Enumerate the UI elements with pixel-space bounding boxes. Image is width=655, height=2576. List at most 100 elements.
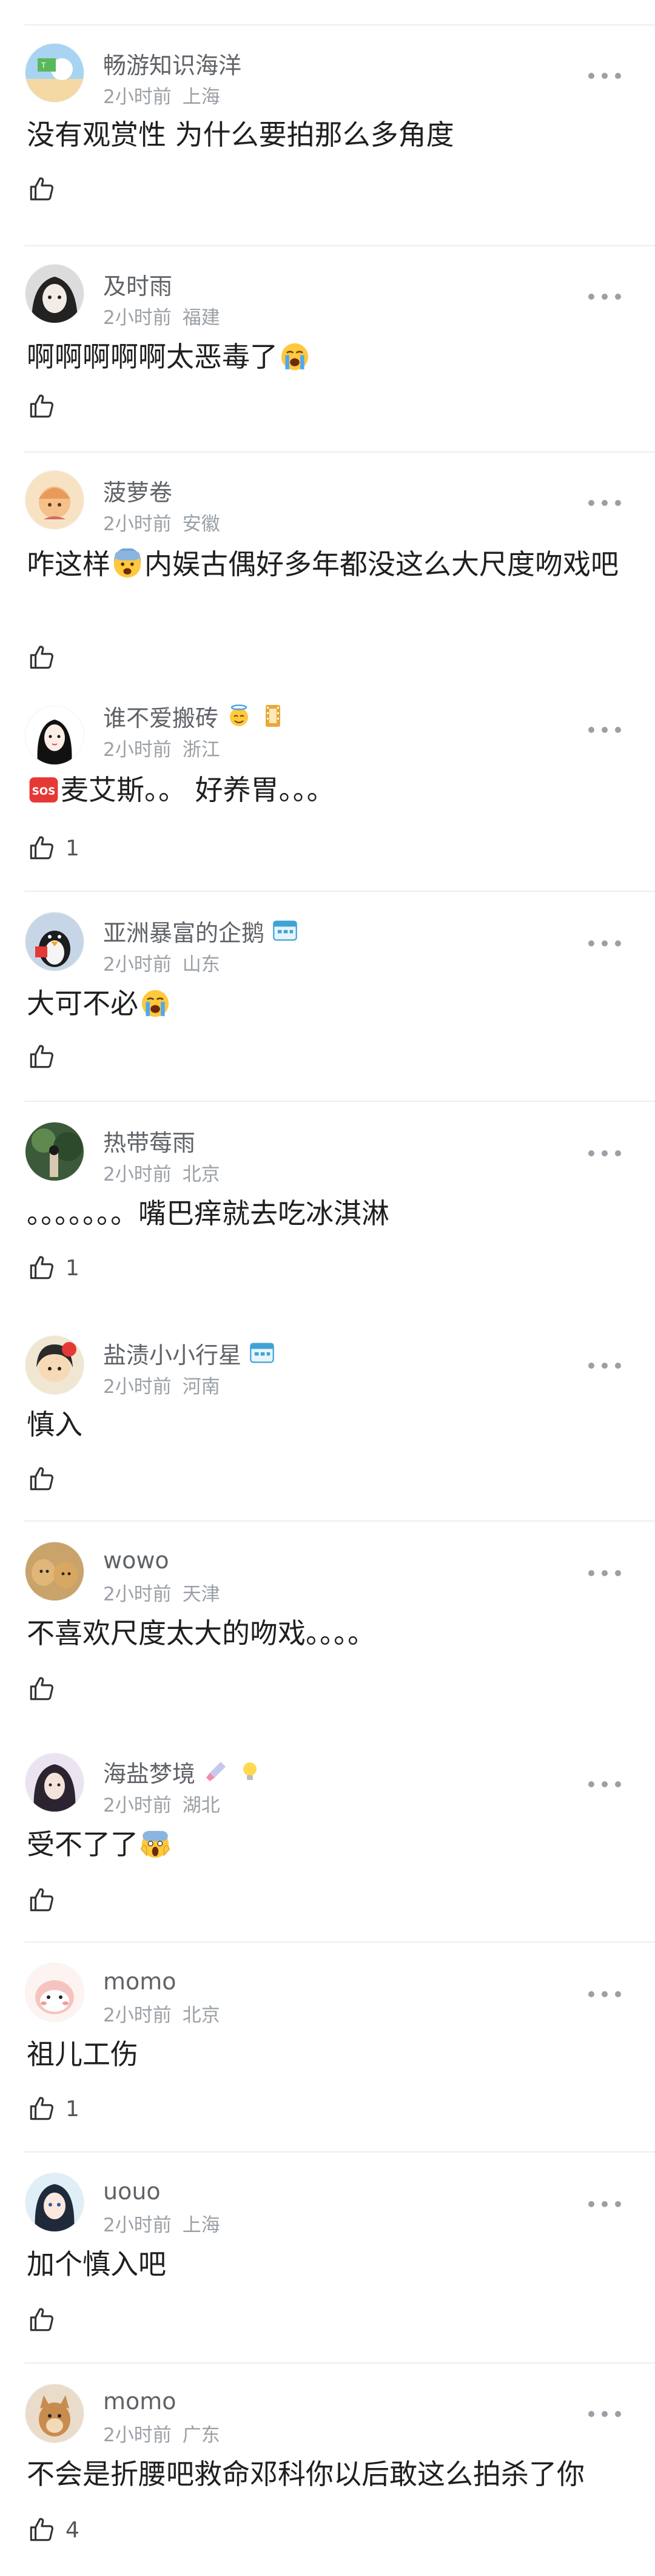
avatar[interactable] — [25, 1963, 84, 2021]
avatar[interactable] — [25, 912, 84, 971]
like-button[interactable]: 1 — [27, 832, 79, 864]
avatar[interactable] — [25, 2384, 84, 2443]
username[interactable]: 菠萝卷 — [103, 474, 172, 507]
comment-text: 加个慎入吧 — [27, 2248, 166, 2281]
more-dots-icon[interactable] — [588, 494, 621, 512]
sos-button-icon — [28, 774, 59, 806]
username[interactable]: 畅游知识海洋 — [103, 47, 241, 80]
thumbs-up-icon — [27, 642, 57, 673]
username-row: 盐渍小小行星 — [103, 1337, 275, 1369]
username[interactable]: momo — [103, 1968, 176, 1995]
avatar[interactable]: T — [25, 44, 84, 102]
location: 山东 — [182, 954, 220, 976]
like-count: 4 — [66, 2517, 79, 2543]
timestamp: 2小时前 — [103, 1795, 172, 1816]
username-row: uouo — [103, 2176, 161, 2207]
username[interactable]: 海盐梦境 — [103, 1755, 195, 1789]
comment-text-content: 受不了了 — [27, 1828, 138, 1861]
more-dots-icon[interactable] — [588, 721, 621, 739]
username-row: 及时雨 — [103, 268, 172, 300]
paintbrush-icon — [203, 1759, 229, 1784]
avatar[interactable] — [25, 706, 84, 764]
timestamp: 2小时前 — [103, 86, 172, 108]
like-button[interactable] — [27, 1041, 66, 1073]
username[interactable]: 热带莓雨 — [103, 1124, 195, 1158]
timestamp: 2小时前 — [103, 1164, 172, 1185]
username-row: 谁不爱搬砖 — [103, 700, 286, 732]
like-button[interactable] — [27, 1673, 66, 1705]
like-button[interactable]: 1 — [27, 1252, 79, 1284]
location: 天津 — [182, 1583, 220, 1605]
avatar[interactable] — [25, 1753, 84, 1812]
avatar[interactable] — [25, 1336, 84, 1394]
calendar-badge-icon — [272, 919, 298, 943]
more-dots-icon[interactable] — [588, 67, 621, 85]
username[interactable]: momo — [103, 2388, 176, 2415]
comment-text: 麦艾斯。。 好养胃。。。 — [27, 767, 625, 813]
username[interactable]: uouo — [103, 2178, 161, 2205]
more-dots-icon[interactable] — [588, 1564, 621, 1582]
avatar[interactable] — [25, 2173, 84, 2231]
like-button[interactable] — [27, 174, 66, 205]
comment-item: 菠萝卷 2小时前 安徽 咋这样 内娱古偶好多年都没这么大尺度吻戏吧 — [0, 451, 655, 698]
thumbs-up-icon — [27, 1885, 57, 1915]
like-button[interactable]: 1 — [27, 2093, 79, 2125]
username-row: 亚洲暴富的企鹅 — [103, 915, 298, 946]
loudly-crying-face-icon — [279, 341, 311, 373]
divider — [24, 245, 655, 246]
halo-face-icon — [226, 704, 252, 728]
like-button[interactable] — [27, 2304, 66, 2336]
like-button[interactable]: 4 — [27, 2514, 79, 2546]
divider — [24, 2151, 655, 2153]
more-dots-icon[interactable] — [588, 2195, 621, 2213]
more-dots-icon[interactable] — [588, 1775, 621, 1793]
username[interactable]: 及时雨 — [103, 268, 172, 301]
more-dots-icon[interactable] — [588, 1985, 621, 2003]
timestamp: 2小时前 — [103, 513, 172, 535]
username-row: momo — [103, 2385, 176, 2417]
username[interactable]: wowo — [103, 1547, 169, 1574]
comment-meta: 2小时前 浙江 — [103, 734, 220, 761]
comment-text: 受不了了 — [27, 1821, 625, 1867]
comment-meta: 2小时前 天津 — [103, 1579, 220, 1606]
username[interactable]: 亚洲暴富的企鹅 — [103, 914, 264, 948]
thumbs-up-icon — [27, 833, 57, 863]
film-strip-icon — [260, 704, 286, 728]
avatar[interactable] — [25, 1122, 84, 1181]
avatar[interactable] — [25, 265, 84, 323]
divider — [24, 1941, 655, 1943]
thumbs-up-icon — [27, 1464, 57, 1494]
more-dots-icon[interactable] — [588, 2405, 621, 2423]
comment-text: 没有观赏性 为什么要拍那么多角度 — [27, 118, 454, 151]
more-dots-icon[interactable] — [588, 1357, 621, 1375]
location: 福建 — [182, 307, 220, 329]
more-dots-icon[interactable] — [588, 288, 621, 306]
username[interactable]: 谁不爱搬砖 — [103, 700, 218, 733]
more-dots-icon[interactable] — [588, 1144, 621, 1162]
username[interactable]: 盐渍小小行星 — [103, 1337, 241, 1370]
comment-meta: 2小时前 北京 — [103, 2000, 220, 2027]
like-button[interactable] — [27, 391, 66, 422]
timestamp: 2小时前 — [103, 2424, 172, 2446]
username-row: wowo — [103, 1545, 169, 1576]
location: 安徽 — [182, 513, 220, 535]
like-button[interactable] — [27, 642, 66, 673]
location: 上海 — [182, 2214, 220, 2236]
avatar[interactable] — [25, 471, 84, 529]
timestamp: 2小时前 — [103, 1583, 172, 1605]
like-count: 1 — [66, 1255, 79, 1281]
comment-text: 不喜欢尺度太大的吻戏。。。。 — [27, 1617, 375, 1650]
comment-meta: 2小时前 广东 — [103, 2419, 220, 2447]
location: 北京 — [182, 1164, 220, 1185]
username-row: 热带莓雨 — [103, 1125, 195, 1156]
like-button[interactable] — [27, 1463, 66, 1495]
location: 河南 — [182, 1376, 220, 1398]
comment-item: uouo 2小时前 上海 加个慎入吧 — [0, 2151, 655, 2362]
comment-text: 祖儿工伤 — [27, 2038, 138, 2071]
avatar[interactable] — [25, 1542, 84, 1600]
like-count: 1 — [66, 2096, 79, 2122]
timestamp: 2小时前 — [103, 307, 172, 329]
like-button[interactable] — [27, 1884, 66, 1916]
more-dots-icon[interactable] — [588, 934, 621, 953]
username-row: 畅游知识海洋 — [103, 47, 241, 79]
